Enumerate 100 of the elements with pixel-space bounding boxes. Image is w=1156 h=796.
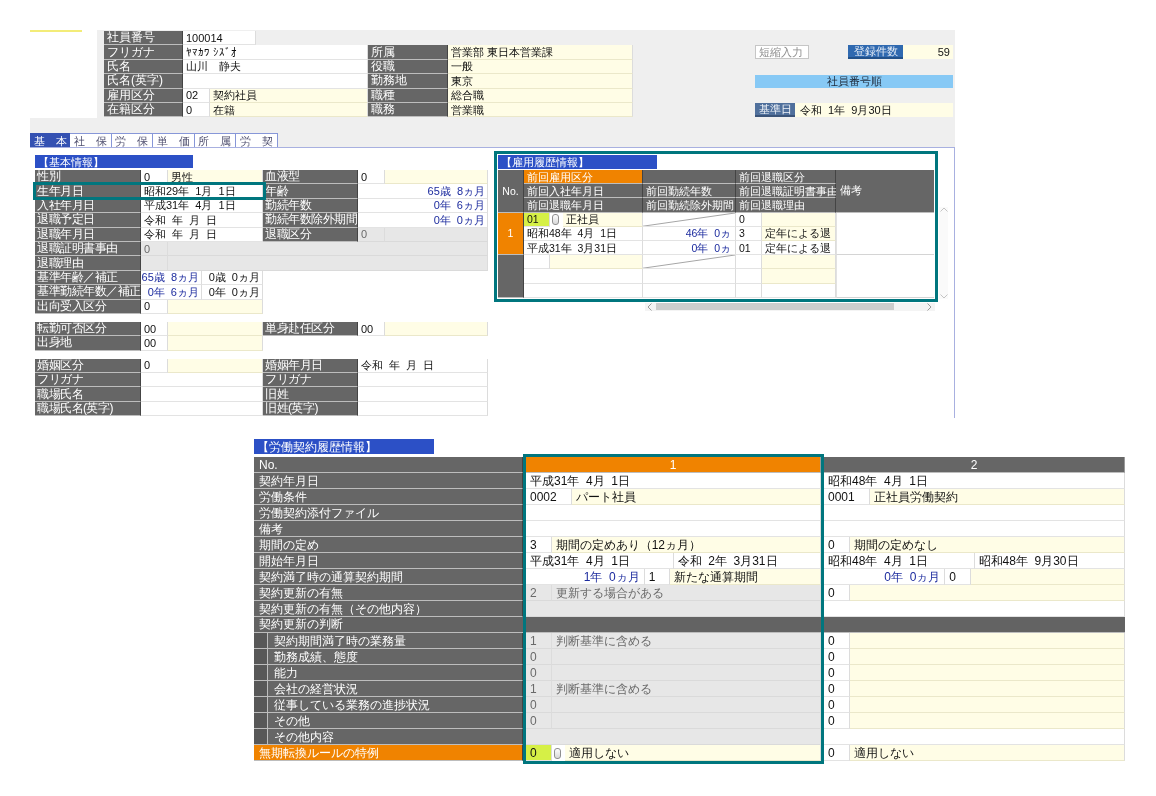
field-label: 契約満了時の通算契約期間 — [254, 569, 523, 585]
name-field: 判断基準に含める — [551, 633, 821, 649]
base-date-label: 基準日 — [755, 103, 795, 117]
text-field[interactable]: 令和 年 月 日 — [141, 213, 263, 228]
sort-order-button[interactable]: 社員番号順 — [755, 75, 953, 88]
code-field[interactable]: 0 — [824, 681, 850, 697]
name-field: 判断基準に含める — [551, 681, 821, 697]
code-field[interactable]: 00 — [358, 321, 385, 337]
code-field[interactable]: 00 — [141, 336, 168, 351]
text-field[interactable]: 令和 2年 3月31日 — [673, 553, 821, 569]
text-field[interactable]: 昭和48年 4月 1日 — [824, 473, 1125, 489]
text-field[interactable] — [526, 505, 821, 521]
horizontal-scrollbar[interactable] — [645, 302, 935, 311]
computed-value: 0年 0ヵ月 — [358, 213, 488, 228]
tab[interactable]: 労 保 — [111, 133, 153, 147]
text-field[interactable] — [824, 729, 1125, 745]
code-field: 1 — [526, 681, 552, 697]
section-title: 【雇用履歴情報】 — [498, 155, 657, 169]
field-label: 基準勤続年数／補正 — [35, 285, 141, 300]
text-field[interactable] — [526, 521, 821, 537]
field-label: 職場氏名 — [35, 387, 141, 402]
field-label: フリガナ — [104, 45, 183, 60]
code-field: 0 — [526, 713, 552, 729]
text-field[interactable]: 平成31年 4月 1日 — [526, 553, 674, 569]
code-field[interactable]: 0 — [141, 358, 168, 374]
code-field[interactable]: 0 — [824, 633, 850, 649]
field-label: フリガナ — [35, 373, 141, 388]
code-field[interactable]: 3 — [526, 537, 552, 553]
lookup-button[interactable] — [553, 747, 561, 759]
tab[interactable]: 社 保 — [70, 133, 112, 147]
code-field[interactable]: 0 — [824, 649, 850, 665]
code-field[interactable]: 0002 — [526, 489, 572, 505]
text-field[interactable] — [824, 505, 1125, 521]
code-field[interactable]: 0 — [824, 665, 850, 681]
text-field[interactable] — [824, 601, 1125, 617]
tab[interactable]: 労 契 — [236, 133, 278, 147]
field-label: 開始年月日 — [254, 553, 523, 569]
tab[interactable]: 単 価 — [153, 133, 195, 147]
shortcut-input[interactable]: 短縮入力 — [755, 45, 809, 59]
text-field[interactable] — [358, 373, 488, 388]
code-field[interactable]: 0 — [824, 713, 850, 729]
row-number-cell[interactable] — [498, 255, 524, 298]
text-field[interactable]: 平成31年 4月 1日 — [526, 473, 821, 489]
code-field: 1 — [526, 633, 552, 649]
remarks-field[interactable] — [836, 212, 934, 256]
code-field[interactable]: 0 — [824, 537, 850, 553]
remarks-field[interactable] — [836, 255, 934, 298]
tab[interactable]: 所 属 — [194, 133, 236, 147]
text-field[interactable] — [183, 74, 368, 89]
name-field: 期間の定めなし — [849, 537, 1125, 553]
code-field[interactable]: 0 — [945, 569, 971, 585]
code-field: 2 — [526, 585, 552, 601]
code-field[interactable]: 1 — [644, 569, 671, 585]
code-field[interactable] — [524, 255, 550, 270]
field-label: 社員番号 — [104, 31, 183, 46]
code-field[interactable]: 0001 — [824, 489, 870, 505]
code-field[interactable] — [736, 255, 762, 270]
field-label: 期間の定め — [254, 537, 523, 553]
computed-value: 0年 6ヵ月 — [141, 285, 202, 300]
code-field[interactable]: 0 — [358, 170, 385, 185]
text-field[interactable] — [358, 387, 488, 402]
text-field[interactable] — [141, 387, 263, 402]
text-field[interactable] — [824, 521, 1125, 537]
code-field[interactable]: 0 — [526, 745, 552, 761]
code-field[interactable]: 00 — [141, 321, 168, 337]
table-header-cell: 前回退職年月日 — [524, 198, 643, 213]
text-field[interactable]: ﾔﾏｶﾜ ｼｽﾞｵ — [183, 45, 368, 60]
text-field[interactable] — [141, 373, 263, 388]
field-label: 労働条件 — [254, 489, 523, 505]
column-number-header[interactable]: 2 — [824, 457, 1125, 473]
scrollbar-thumb[interactable] — [656, 303, 894, 311]
name-field: 適用しない — [849, 745, 1125, 761]
tab[interactable]: 基 本 — [30, 133, 70, 147]
code-field[interactable]: 0 — [824, 745, 850, 761]
field-label: 退職理由 — [35, 256, 141, 271]
code-field[interactable] — [736, 269, 762, 284]
text-field[interactable] — [643, 269, 736, 284]
name-field: パート社員 — [571, 489, 821, 505]
field-label: 従事している業務の進捗状況 — [254, 697, 523, 713]
base-date-value: 令和 1年 9月30日 — [795, 103, 953, 117]
text-field[interactable]: 100014 — [183, 31, 256, 46]
text-field[interactable] — [524, 269, 643, 284]
chevron-down-icon[interactable] — [939, 293, 948, 299]
field-label: その他 — [254, 713, 523, 729]
chevron-up-icon[interactable] — [939, 206, 948, 212]
code-field[interactable]: 0 — [824, 585, 850, 601]
field-label: フリガナ — [263, 373, 358, 388]
chevron-right-icon[interactable] — [927, 302, 932, 311]
count-label: 登録件数 — [848, 45, 903, 59]
vertical-scrollbar[interactable] — [939, 206, 948, 299]
section-title: 【基本情報】 — [35, 155, 193, 168]
code-field[interactable]: 0 — [824, 697, 850, 713]
computed-value: 0年 0ヵ月 — [824, 569, 946, 585]
text-field[interactable]: 昭和48年 4月 1日 — [824, 553, 975, 569]
lookup-button[interactable] — [552, 214, 559, 226]
chevron-left-icon[interactable] — [647, 302, 652, 311]
text-field[interactable]: 令和 年 月 日 — [358, 358, 488, 374]
computed-value: 1年 0ヵ月 — [526, 569, 645, 585]
text-field[interactable]: 昭和48年 9月30日 — [974, 553, 1125, 569]
field-label: 所属 — [368, 45, 448, 60]
